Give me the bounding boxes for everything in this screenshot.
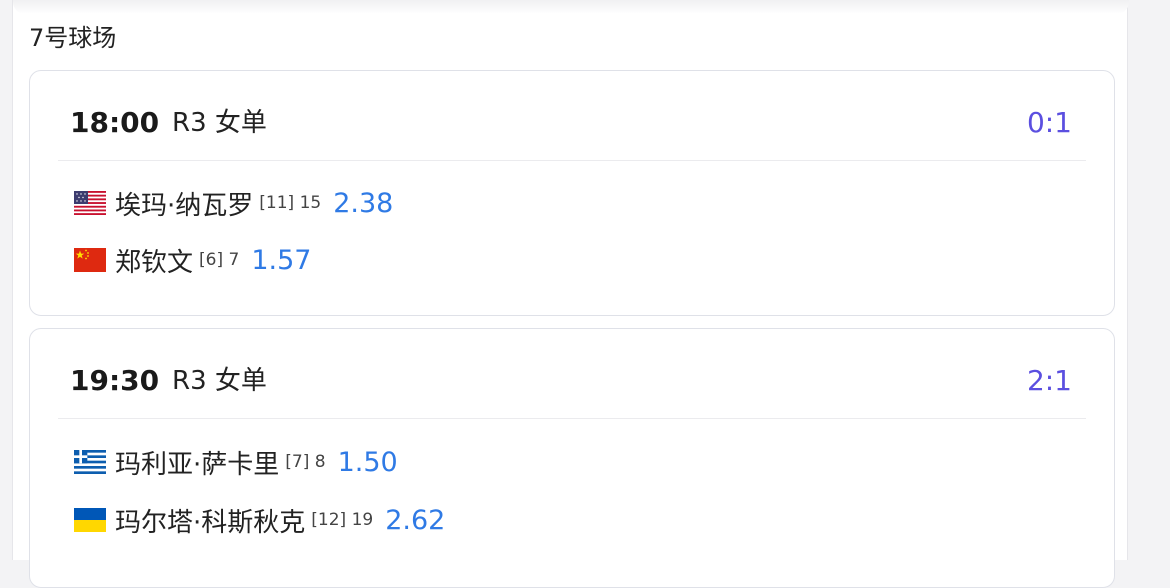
player-odds[interactable]: 1.57 [251, 245, 311, 276]
player-name: 埃玛·纳瓦罗 [115, 190, 254, 221]
match-round: R3 女单 [172, 108, 267, 138]
match-time: 19:30 [70, 364, 160, 397]
greece-flag-icon [74, 450, 106, 474]
match-card[interactable]: 18:00 R3 女单 0:1 埃玛·纳瓦罗 [11] 15 2.38 郑钦文 … [29, 70, 1115, 316]
match-round: R3 女单 [172, 366, 267, 396]
ukraine-flag-icon [74, 508, 106, 532]
match-header: 19:30 R3 女单 2:1 [58, 329, 1086, 419]
player-name: 玛尔塔·科斯秋克 [115, 507, 306, 538]
china-flag-icon [74, 248, 106, 272]
match-score: 2:1 [1026, 364, 1072, 397]
match-header: 18:00 R3 女单 0:1 [58, 71, 1086, 161]
court-title: 7号球场 [29, 24, 117, 52]
player-name: 玛利亚·萨卡里 [115, 449, 280, 480]
match-card[interactable]: 19:30 R3 女单 2:1 玛利亚·萨卡里 [7] 8 1.50 玛尔塔·科… [29, 328, 1115, 588]
player-seed: [7] 8 [285, 452, 326, 472]
player-odds[interactable]: 1.50 [338, 447, 398, 478]
player-seed: [6] 7 [199, 250, 240, 270]
court-panel: 7号球场 18:00 R3 女单 0:1 埃玛·纳瓦罗 [11] 15 2.38… [12, 0, 1129, 588]
player-seed: [11] 15 [259, 193, 322, 213]
player-row[interactable]: 玛利亚·萨卡里 [7] 8 1.50 [74, 442, 398, 482]
match-score: 0:1 [1026, 106, 1072, 139]
player-name: 郑钦文 [115, 247, 194, 278]
previous-section-edge [13, 0, 1129, 14]
player-odds[interactable]: 2.62 [385, 505, 445, 536]
player-row[interactable]: 埃玛·纳瓦罗 [11] 15 2.38 [74, 183, 393, 223]
match-time: 18:00 [70, 106, 160, 139]
player-seed: [12] 19 [311, 510, 374, 530]
player-row[interactable]: 玛尔塔·科斯秋克 [12] 19 2.62 [74, 500, 445, 540]
usa-flag-icon [74, 191, 106, 215]
player-odds[interactable]: 2.38 [333, 188, 393, 219]
player-row[interactable]: 郑钦文 [6] 7 1.57 [74, 240, 311, 280]
